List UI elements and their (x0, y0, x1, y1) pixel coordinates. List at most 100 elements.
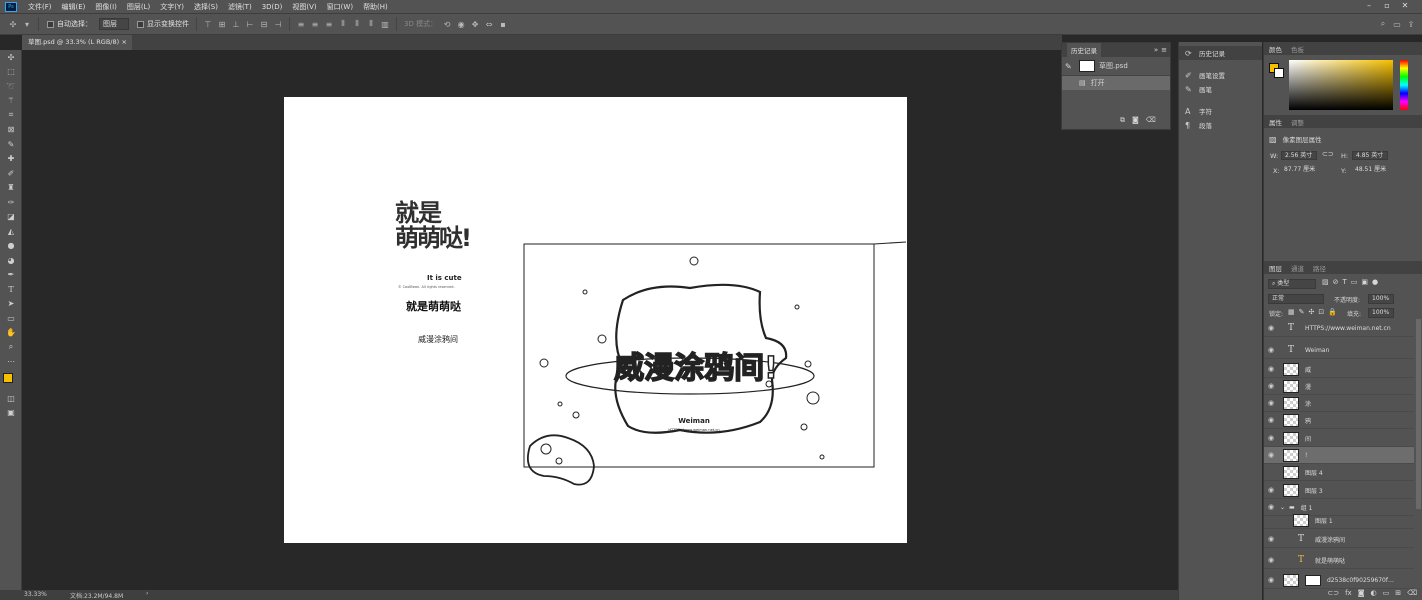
layer-mask-thumbnail[interactable] (1305, 574, 1321, 586)
menu-filter[interactable]: 滤镜(T) (223, 2, 257, 12)
3d-slide-icon[interactable]: ⇔ (484, 19, 494, 29)
layers-scrollbar[interactable] (1416, 319, 1421, 509)
tab-channels[interactable]: 通道 (1291, 263, 1304, 273)
layer-style-icon[interactable]: fx (1345, 589, 1352, 597)
distribute-left-icon[interactable]: ⦀ (338, 19, 348, 29)
layer-row[interactable]: ◉ T 就是萌萌哒 (1264, 552, 1414, 569)
distribute-bottom-icon[interactable]: ≡ (324, 19, 334, 29)
chevron-down-icon[interactable]: ▾ (22, 19, 32, 29)
align-vcenter-icon[interactable]: ⊞ (217, 19, 227, 29)
layer-row[interactable]: ◉ d2538c0f90259670f… (1264, 572, 1414, 589)
lasso-tool-icon[interactable]: ➰ (0, 79, 22, 94)
history-brush-tool-icon[interactable]: ✑ (0, 195, 22, 210)
tab-adjustments[interactable]: 调整 (1291, 117, 1304, 127)
fill-field[interactable]: 100% (1368, 308, 1394, 318)
align-top-icon[interactable]: ⊤ (203, 19, 213, 29)
3d-orbit-icon[interactable]: ⟲ (442, 19, 452, 29)
menu-edit[interactable]: 编辑(E) (57, 2, 91, 12)
tab-color[interactable]: 颜色 (1269, 44, 1282, 54)
menu-view[interactable]: 视图(V) (287, 2, 321, 12)
zoom-tool-icon[interactable]: ⌕ (0, 340, 22, 355)
paint-bucket-tool-icon[interactable]: ◭ (0, 224, 22, 239)
trash-icon[interactable]: ⌫ (1146, 116, 1156, 125)
collapse-icon[interactable]: » (1154, 46, 1158, 54)
layer-row[interactable]: ◉ T Weiman (1264, 342, 1414, 359)
crop-tool-icon[interactable]: ⌗ (0, 108, 22, 123)
document-canvas[interactable]: 就是 萌萌哒! It is cute © CoolBean. All right… (284, 97, 907, 543)
document-tab[interactable]: 草图.psd @ 33.3% (L RGB/8) × (22, 35, 132, 50)
brush-tool-icon[interactable]: ✐ (0, 166, 22, 181)
auto-align-icon[interactable]: ▥ (380, 19, 390, 29)
blend-mode-dropdown[interactable]: 正常 (1268, 294, 1324, 304)
visibility-eye-icon[interactable]: ◉ (1264, 416, 1278, 424)
visibility-eye-icon[interactable]: ◉ (1264, 382, 1278, 390)
history-brush-source-icon[interactable]: ✎ (1065, 62, 1075, 71)
new-group-icon[interactable]: ▭ (1383, 589, 1390, 597)
menu-3d[interactable]: 3D(D) (257, 3, 288, 11)
visibility-eye-icon[interactable]: ◉ (1264, 346, 1278, 354)
tab-properties[interactable]: 属性 (1269, 117, 1282, 127)
healing-brush-tool-icon[interactable]: ✚ (0, 152, 22, 167)
visibility-eye-icon[interactable]: ◉ (1264, 365, 1278, 373)
height-field[interactable]: 4.85 英寸 (1352, 151, 1388, 160)
visibility-eye-icon[interactable]: ◉ (1264, 556, 1278, 564)
hue-slider[interactable] (1400, 60, 1408, 110)
visibility-eye-icon[interactable]: ◉ (1264, 451, 1278, 459)
show-transform-checkbox[interactable] (137, 20, 144, 28)
x-field[interactable]: 87.77 厘米 (1281, 166, 1317, 175)
layer-row[interactable]: ◉ T HTTPS://www.weiman.net.cn (1264, 320, 1414, 337)
minimize-button[interactable]: – (1362, 0, 1376, 13)
layer-row[interactable]: ◉ 鸦 (1264, 412, 1414, 429)
more-tools-icon[interactable]: ⋯ (0, 355, 22, 370)
dock-item-brush-settings[interactable]: ✐ 画笔设置 (1179, 68, 1262, 82)
layer-row[interactable]: ◉ 威 (1264, 361, 1414, 378)
close-tab-icon[interactable]: × (122, 35, 127, 50)
visibility-eye-icon[interactable]: ◉ (1264, 503, 1278, 511)
type-tool-icon[interactable]: T (0, 282, 22, 297)
visibility-eye-icon[interactable]: ◉ (1264, 324, 1278, 332)
tab-paths[interactable]: 路径 (1313, 263, 1326, 273)
history-state[interactable]: ▤ 打开 (1062, 76, 1170, 90)
move-tool-icon[interactable]: ✣ (8, 19, 18, 29)
dodge-tool-icon[interactable]: ◕ (0, 253, 22, 268)
auto-select-checkbox[interactable] (47, 20, 54, 28)
maximize-button[interactable]: ▫ (1380, 0, 1394, 13)
link-dimensions-icon[interactable]: ⊂⊃ (1322, 150, 1334, 158)
dock-item-paragraph[interactable]: ¶ 段落 (1179, 118, 1262, 132)
pen-tool-icon[interactable]: ✒ (0, 268, 22, 283)
trash-icon[interactable]: ⌫ (1407, 589, 1417, 597)
visibility-eye-icon[interactable]: ◉ (1264, 434, 1278, 442)
layer-row[interactable]: 图层 4 (1264, 464, 1414, 481)
clone-stamp-tool-icon[interactable]: ♜ (0, 181, 22, 196)
rectangle-tool-icon[interactable]: ▭ (0, 311, 22, 326)
dock-item-history[interactable]: ⟳ 历史记录 (1179, 46, 1262, 60)
3d-roll-icon[interactable]: ◉ (456, 19, 466, 29)
3d-scale-icon[interactable]: ▪ (498, 19, 508, 29)
menu-select[interactable]: 选择(S) (189, 2, 223, 12)
tab-history[interactable]: 历史记录 (1067, 43, 1101, 57)
distribute-right-icon[interactable]: ⦀ (366, 19, 376, 29)
zoom-level[interactable]: 33.33% (24, 591, 47, 598)
hand-tool-icon[interactable]: ✋ (0, 326, 22, 341)
opacity-field[interactable]: 100% (1368, 294, 1394, 304)
magic-wand-tool-icon[interactable]: ⚚ (0, 94, 22, 109)
distribute-vcenter-icon[interactable]: ≡ (310, 19, 320, 29)
align-left-icon[interactable]: ⊢ (245, 19, 255, 29)
visibility-eye-icon[interactable]: ◉ (1264, 535, 1278, 543)
visibility-eye-icon[interactable]: ◉ (1264, 576, 1278, 584)
link-layers-icon[interactable]: ⊂⊃ (1327, 589, 1339, 597)
camera-icon[interactable]: ◙ (1132, 116, 1139, 125)
foreground-color-swatch[interactable] (3, 373, 13, 383)
menu-help[interactable]: 帮助(H) (358, 2, 393, 12)
tab-swatches[interactable]: 色板 (1291, 44, 1304, 54)
layer-filter-icons[interactable]: ▨⊘T▭▣● (1322, 278, 1382, 286)
new-layer-icon[interactable]: ⊞ (1395, 589, 1401, 597)
eraser-tool-icon[interactable]: ◪ (0, 210, 22, 225)
menu-type[interactable]: 文字(Y) (155, 2, 189, 12)
history-snapshot[interactable]: ✎ 草图.psd (1062, 57, 1170, 76)
eyedropper-tool-icon[interactable]: ✎ (0, 137, 22, 152)
chevron-down-icon[interactable]: ⌄ (1280, 504, 1285, 511)
align-bottom-icon[interactable]: ⊥ (231, 19, 241, 29)
tab-layers[interactable]: 图层 (1269, 263, 1282, 273)
layer-row[interactable]: ◉ 间 (1264, 430, 1414, 447)
